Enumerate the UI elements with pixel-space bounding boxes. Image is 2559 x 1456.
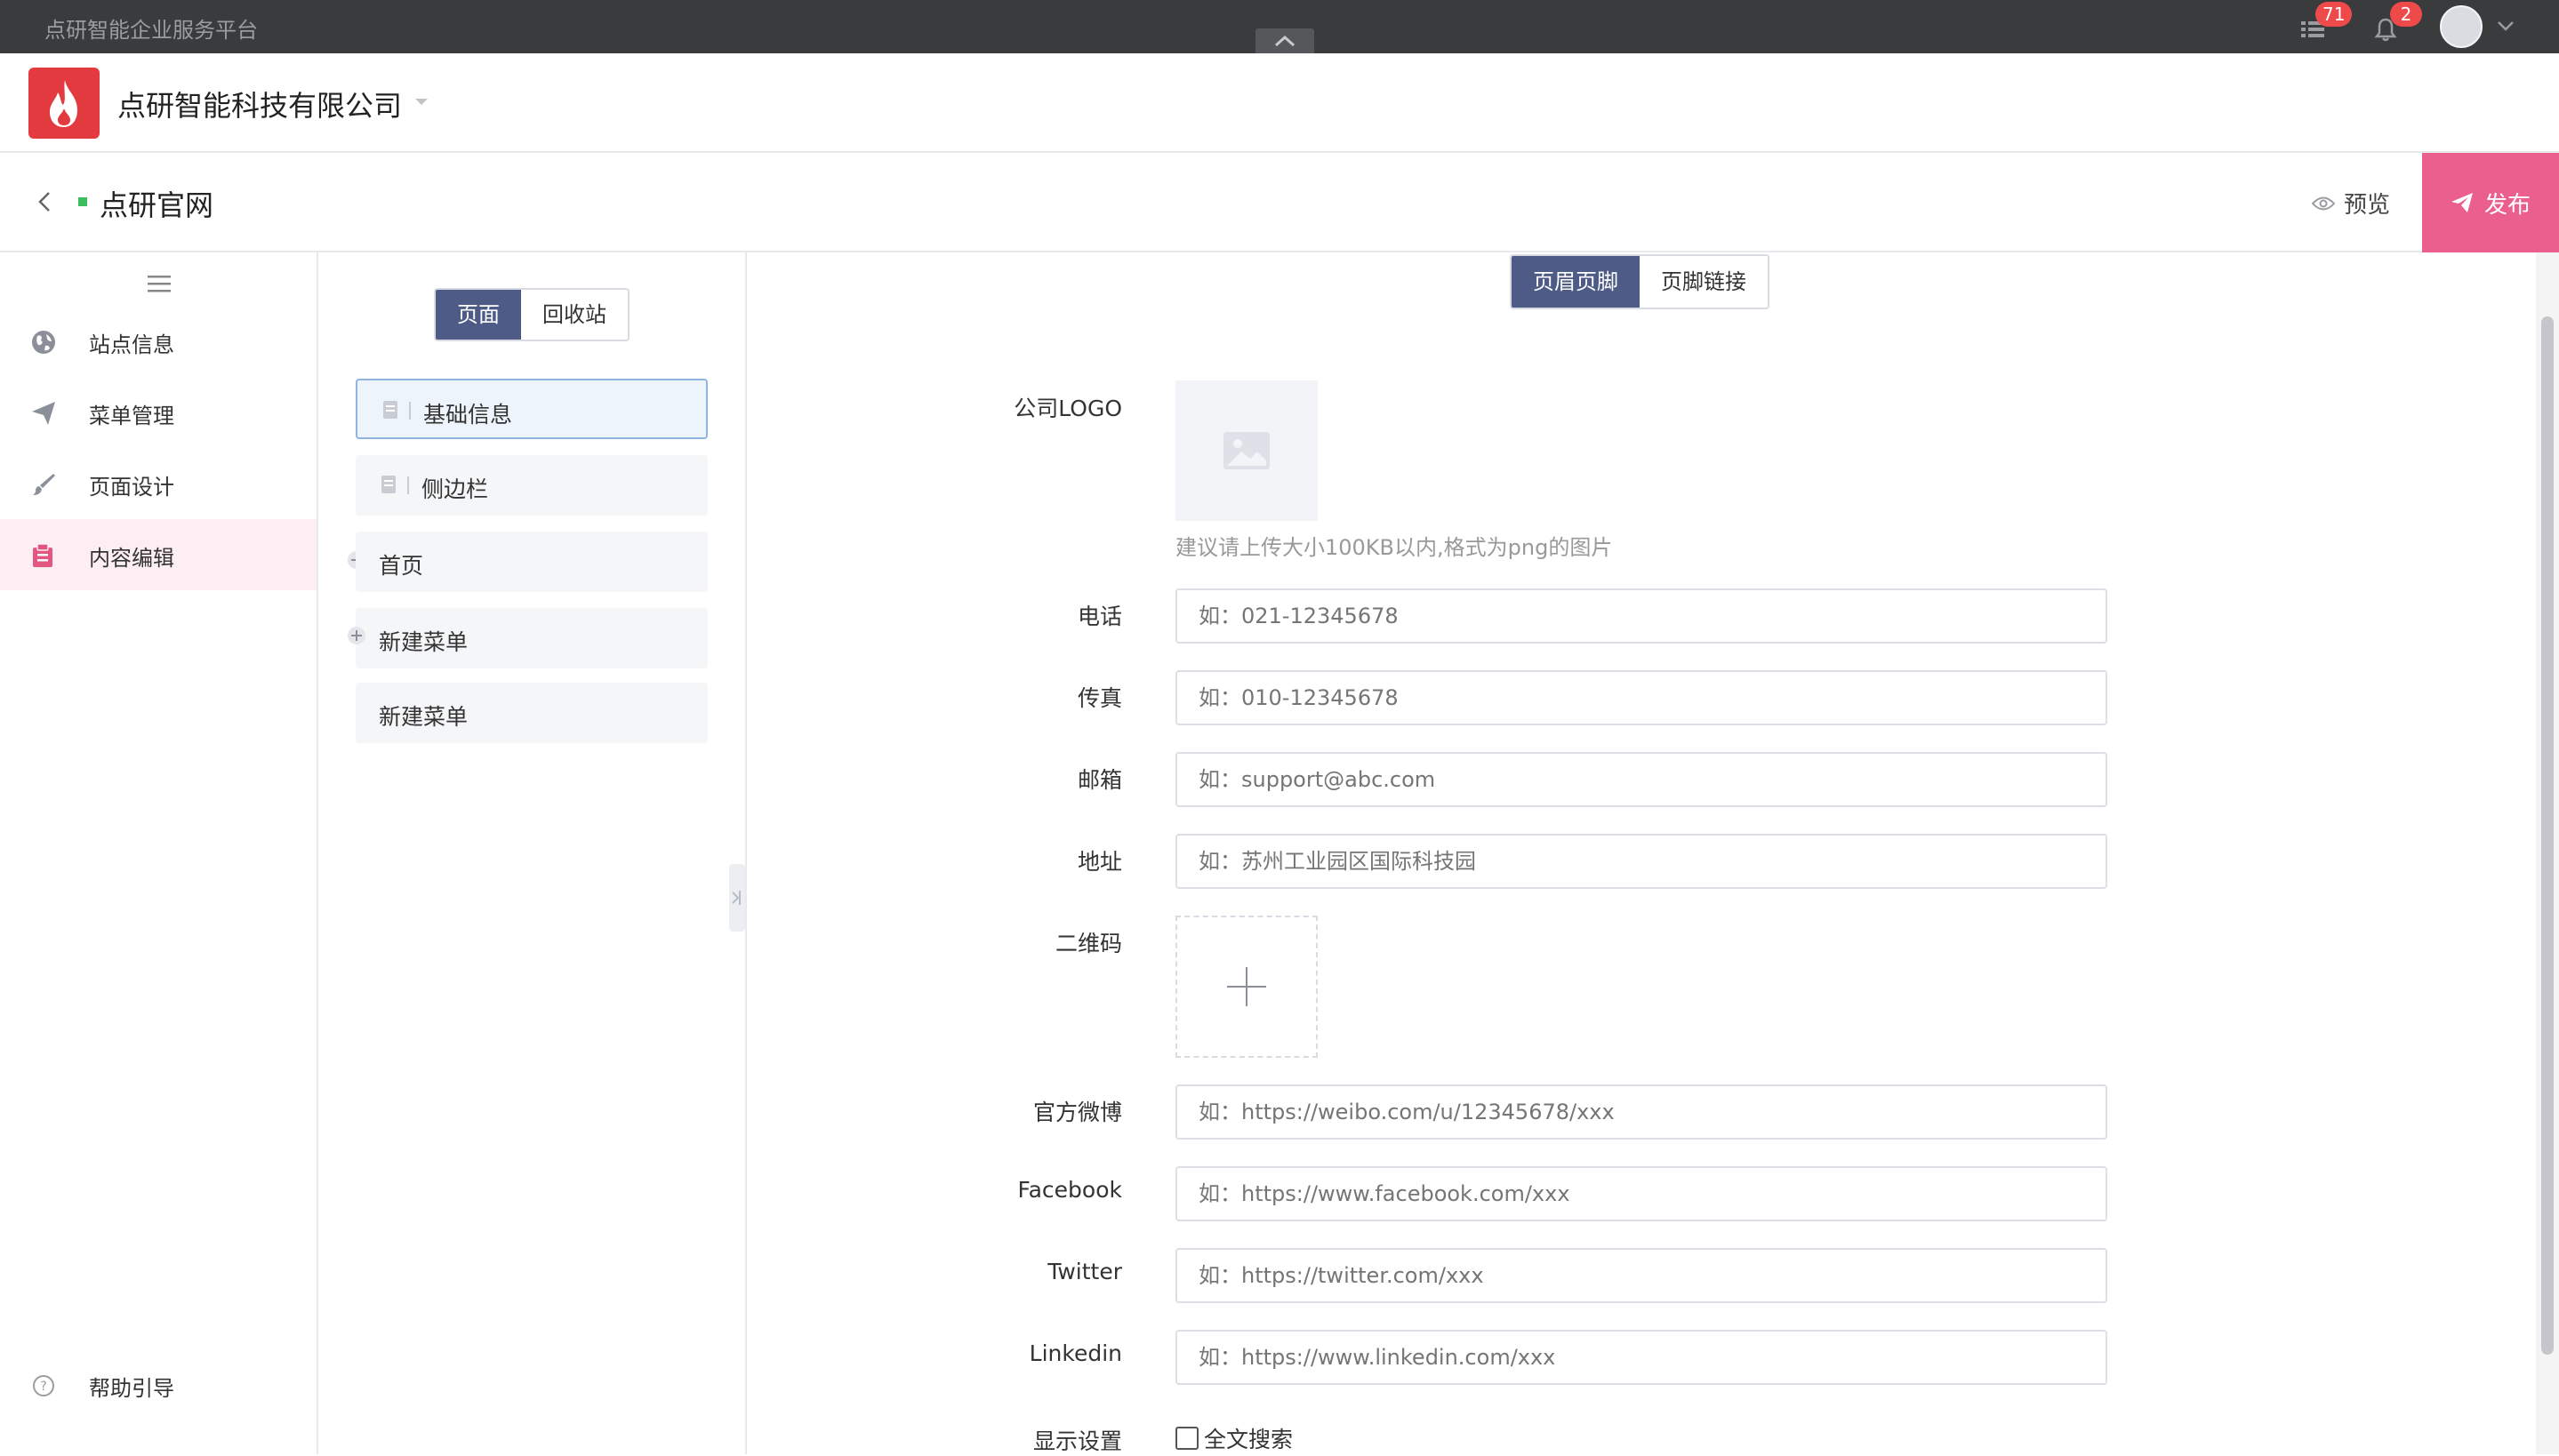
sidebar-item-page-design[interactable]: 页面设计 — [0, 448, 317, 519]
platform-brand: 点研智能企业服务平台 — [44, 18, 258, 43]
publish-button[interactable]: 发布 — [2422, 153, 2559, 252]
logo-hint: 建议请上传大小100KB以内,格式为png的图片 — [1175, 535, 1613, 560]
linkedin-input[interactable] — [1175, 1330, 2107, 1385]
tree-item-label: 首页 — [379, 553, 424, 579]
company-name[interactable]: 点研智能科技有限公司 — [117, 84, 402, 124]
twitter-input[interactable] — [1175, 1248, 2107, 1303]
phone-label: 电话 — [1077, 604, 1122, 629]
collapse-header-button[interactable] — [1255, 28, 1314, 53]
sidebar-item-content-edit[interactable]: 内容编辑 — [0, 519, 317, 590]
tree-item-new-menu[interactable]: 新建菜单 — [356, 683, 708, 743]
notifications-button[interactable]: 2 — [2370, 2, 2422, 46]
company-logo — [28, 68, 100, 139]
globe-icon — [32, 331, 55, 354]
sidebar-item-label: 菜单管理 — [89, 404, 174, 428]
fulltext-search-label: 全文搜索 — [1204, 1427, 1294, 1452]
tree-item-new-menu[interactable]: 新建菜单 — [356, 608, 708, 668]
logo-upload[interactable] — [1175, 380, 1318, 521]
page-icon — [383, 401, 397, 419]
panel-resize-handle[interactable] — [729, 864, 745, 932]
header-footer-tabs: 页眉页脚 页脚链接 — [1510, 254, 1769, 309]
menu-toggle-icon[interactable] — [148, 274, 171, 293]
recycle-bin-segment[interactable]: 回收站 — [521, 290, 628, 340]
resize-grip-icon — [732, 891, 741, 905]
preview-label: 预览 — [2344, 192, 2391, 219]
page-recycle-switch: 页面 回收站 — [434, 288, 630, 341]
fax-label: 传真 — [1077, 685, 1122, 711]
tasks-button[interactable]: 71 — [2298, 2, 2353, 46]
tree-item-label: 侧边栏 — [421, 476, 489, 502]
fax-input[interactable] — [1175, 670, 2107, 725]
page-tree-panel: 页面 回收站 基础信息 侧边栏 首页 新建菜单 新建菜单 — [318, 252, 747, 1454]
expand-plus-icon[interactable] — [347, 626, 366, 645]
tree-item-label: 新建菜单 — [379, 629, 469, 655]
sidebar-item-menu[interactable]: 菜单管理 — [0, 377, 317, 448]
twitter-label: Twitter — [1047, 1259, 1122, 1284]
paper-plane-icon — [32, 402, 55, 425]
help-guide-label: 帮助引导 — [89, 1376, 174, 1401]
address-label: 地址 — [1077, 849, 1122, 875]
email-label: 邮箱 — [1077, 767, 1122, 793]
pages-segment[interactable]: 页面 — [436, 290, 521, 340]
preview-button[interactable]: 预览 — [2312, 187, 2390, 220]
site-status-dot — [78, 197, 87, 206]
eye-icon — [2312, 196, 2335, 210]
image-placeholder-icon — [1223, 432, 1270, 469]
sidebar-item-label: 内容编辑 — [89, 546, 174, 571]
user-avatar[interactable] — [2440, 5, 2483, 48]
chevron-down-icon[interactable] — [2497, 20, 2515, 32]
help-guide-link[interactable]: ? 帮助引导 — [0, 1349, 317, 1420]
brush-icon — [33, 474, 55, 495]
qr-label: 二维码 — [1055, 931, 1122, 956]
display-settings-label: 显示设置 — [1032, 1428, 1122, 1454]
checkbox-box[interactable] — [1175, 1427, 1199, 1450]
phone-input[interactable] — [1175, 588, 2107, 644]
site-name: 点研官网 — [100, 188, 214, 222]
content-edit-icon — [33, 543, 52, 567]
qr-upload[interactable] — [1175, 916, 1318, 1058]
help-circle-icon: ? — [33, 1375, 54, 1396]
tree-item-home[interactable]: 首页 — [356, 532, 708, 592]
fulltext-search-checkbox[interactable]: 全文搜索 — [1175, 1422, 1293, 1454]
send-icon — [2451, 193, 2473, 212]
company-header: 点研智能科技有限公司 — [0, 53, 2559, 153]
sidebar-item-site-info[interactable]: 站点信息 — [0, 306, 317, 377]
weibo-label: 官方微博 — [1032, 1100, 1122, 1125]
linkedin-label: Linkedin — [1029, 1340, 1122, 1366]
site-toolbar: 点研官网 预览 发布 — [0, 153, 2559, 252]
sidebar: 站点信息 菜单管理 页面设计 内容编辑 ? 帮助引导 — [0, 252, 318, 1454]
tree-item-label: 基础信息 — [423, 402, 513, 428]
page-icon — [381, 476, 396, 493]
sidebar-item-label: 页面设计 — [89, 475, 174, 500]
plus-icon — [1227, 967, 1266, 1006]
caret-down-icon[interactable] — [414, 98, 429, 107]
svg-text:?: ? — [40, 1380, 46, 1394]
tree-item-sidebar[interactable]: 侧边栏 — [356, 455, 708, 516]
tasks-badge: 71 — [2315, 2, 2353, 27]
notifications-badge: 2 — [2390, 2, 2422, 27]
email-input[interactable] — [1175, 752, 2107, 807]
logo-label: 公司LOGO — [1014, 396, 1122, 421]
main-content: 页眉页脚 页脚链接 公司LOGO 建议请上传大小100KB以内,格式为png的图… — [747, 252, 2525, 1454]
scrollbar-thumb[interactable] — [2541, 316, 2554, 1355]
back-arrow-icon[interactable] — [32, 188, 59, 215]
tab-header-footer[interactable]: 页眉页脚 — [1512, 256, 1640, 308]
facebook-label: Facebook — [1017, 1177, 1122, 1203]
tab-footer-links[interactable]: 页脚链接 — [1640, 256, 1768, 308]
top-bar: 点研智能企业服务平台 71 2 — [0, 0, 2559, 53]
address-input[interactable] — [1175, 834, 2107, 889]
publish-label: 发布 — [2483, 191, 2531, 219]
weibo-input[interactable] — [1175, 1084, 2107, 1140]
chevron-up-icon — [1274, 35, 1296, 47]
facebook-input[interactable] — [1175, 1166, 2107, 1221]
tree-item-basic-info[interactable]: 基础信息 — [356, 379, 708, 439]
sidebar-item-label: 站点信息 — [89, 332, 174, 357]
tree-item-label: 新建菜单 — [379, 704, 469, 730]
flame-icon — [50, 80, 77, 127]
